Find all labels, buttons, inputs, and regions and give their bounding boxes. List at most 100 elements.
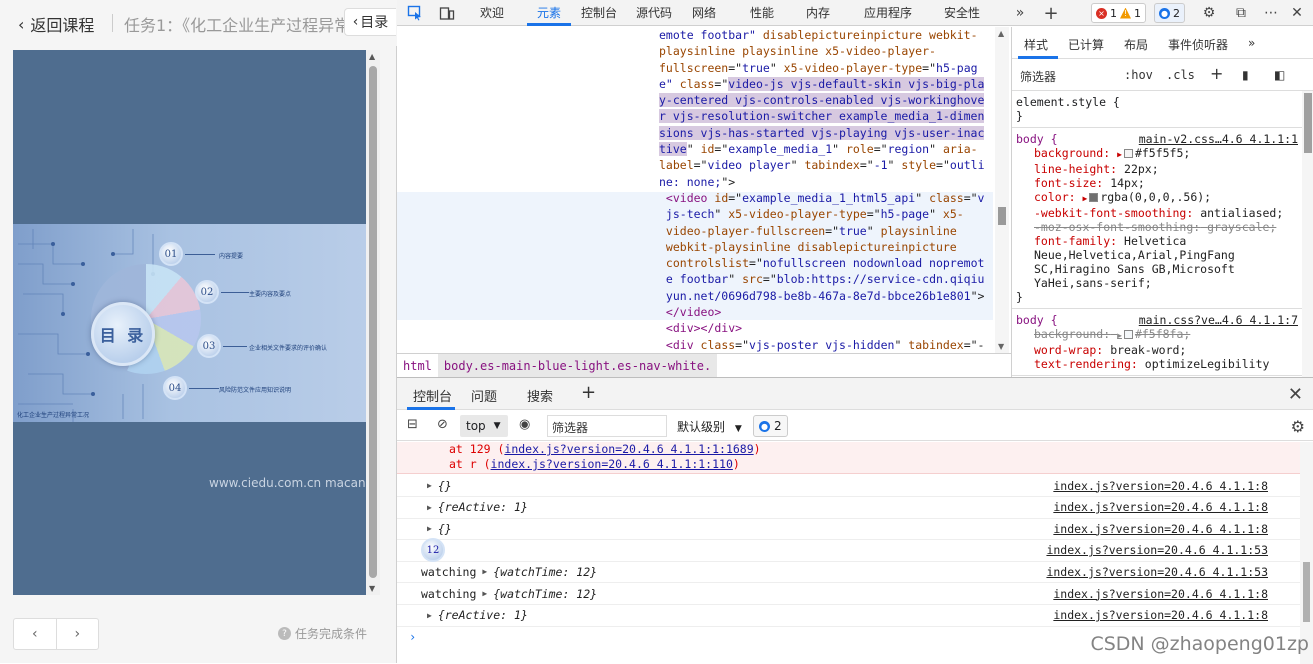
dom-line[interactable]: video-player-fullscreen="true" playsinli… — [659, 223, 989, 239]
scrollbar-thumb[interactable] — [369, 66, 377, 578]
css-property[interactable]: font-family: Helvetica — [1016, 234, 1298, 248]
css-property[interactable]: -moz-osx-font-smoothing: grayscale; — [1016, 220, 1298, 234]
dom-line[interactable]: controlslist="nofullscreen nodownload no… — [659, 255, 989, 271]
console-row[interactable]: ▶{reActive: 1}index.js?version=20.4.6 4.… — [397, 605, 1300, 627]
console-object[interactable]: {reActive: 1} — [438, 500, 528, 514]
log-level-select[interactable]: 默认级别 ▼ — [677, 418, 742, 435]
drawer-tab-search[interactable]: 搜索 — [527, 386, 553, 405]
sidebar-toggle-icon[interactable]: ⊟ — [407, 417, 418, 432]
tab-elements[interactable]: 元素 — [537, 4, 561, 21]
dom-line[interactable]: ne: none;"> — [659, 174, 989, 190]
dom-line[interactable]: webkit-playsinline disablepictureinpictu… — [659, 239, 989, 255]
tab-sources[interactable]: 源代码 — [636, 4, 672, 21]
console-object[interactable]: {} — [438, 522, 452, 536]
color-swatch[interactable] — [1089, 193, 1098, 202]
console-source-link[interactable]: index.js?version=20.4.6 4.1.1:53 — [1046, 565, 1268, 579]
toc-button[interactable]: ‹ 目录 — [344, 8, 396, 36]
console-source-link[interactable]: index.js?version=20.4.6 4.1.1:8 — [1053, 500, 1268, 514]
dom-line[interactable]: js-tech" x5-video-player-type="h5-page" … — [659, 206, 989, 222]
tab-application[interactable]: 应用程序 — [864, 4, 912, 21]
error-warning-badge[interactable]: × 1 ! 1 — [1091, 3, 1146, 23]
drawer-tab-console[interactable]: 控制台 — [413, 386, 452, 405]
tab-event-listeners[interactable]: 事件侦听器 — [1168, 36, 1228, 53]
dom-line[interactable]: e" class="video-js vjs-default-skin vjs-… — [659, 76, 989, 92]
console-object[interactable]: {reActive: 1} — [438, 608, 528, 622]
class-toggle[interactable]: .cls — [1166, 68, 1195, 82]
more-tabs-icon[interactable]: » — [1010, 3, 1030, 23]
console-source-link[interactable]: index.js?version=20.4.6 4.1.1:8 — [1053, 522, 1268, 536]
breadcrumb-body[interactable]: body.es-main-blue-light.es-nav-white. — [438, 354, 717, 378]
close-devtools-icon[interactable]: ✕ — [1287, 3, 1307, 23]
console-filter-input[interactable]: 筛选器 — [547, 415, 667, 437]
css-property[interactable]: background: ▶#f5f8fa; — [1016, 327, 1298, 343]
console-scrollbar[interactable] — [1300, 442, 1313, 664]
device-toolbar-icon[interactable] — [437, 3, 457, 23]
add-tab-icon[interactable]: + — [1041, 3, 1061, 23]
inspect-element-icon[interactable] — [405, 3, 425, 23]
dom-line[interactable]: yun.net/0696d798-be8b-467a-8e7d-bbce26b1… — [659, 288, 989, 304]
dom-line[interactable]: y-centered vjs-controls-enabled vjs-work… — [659, 92, 989, 108]
console-row[interactable]: ▶ {reActive: 1} index.js?version=20.4.6 4.… — [397, 497, 1300, 519]
live-expression-eye-icon[interactable]: ◉ — [519, 417, 530, 432]
css-property[interactable]: Neue,Helvetica,Arial,PingFang — [1016, 248, 1298, 262]
css-property[interactable]: text-rendering: optimizeLegibility — [1016, 357, 1298, 371]
tab-welcome[interactable]: 欢迎 — [480, 4, 504, 21]
css-property[interactable]: font-size: 14px; — [1016, 176, 1298, 190]
video-player[interactable]: 目 录 01 内容提要 02 主要内容及要点 03 企业相关文件要求的评价确认 … — [13, 50, 366, 595]
console-row[interactable]: ▶{}index.js?version=20.4.6 4.1.1:8 — [397, 475, 1300, 497]
dom-line[interactable]: e footbar" src="blob:https://service-cdn… — [659, 271, 989, 287]
breadcrumb-html[interactable]: html — [397, 354, 438, 378]
console-object[interactable]: {} — [438, 479, 452, 493]
back-to-course-link[interactable]: ‹ 返回课程 — [18, 12, 94, 36]
color-swatch[interactable] — [1124, 149, 1133, 158]
stack-link[interactable]: index.js?version=20.4.6 4.1.1:1:110 — [491, 457, 733, 471]
task-condition-link[interactable]: ? 任务完成条件 — [278, 625, 367, 642]
console-row[interactable]: ▶{}index.js?version=20.4.6 4.1.1:8 — [397, 518, 1300, 540]
page-scrollbar[interactable]: ▲ ▼ — [366, 50, 380, 595]
scroll-up-icon[interactable]: ▲ — [998, 29, 1004, 38]
scrollbar-thumb[interactable] — [1304, 93, 1312, 153]
console-row[interactable]: 12index.js?version=20.4.6 4.1.1:53 — [397, 540, 1300, 562]
toggle-sidebar-icon[interactable]: ◧ — [1274, 68, 1285, 82]
css-property[interactable]: YaHei,sans-serif; — [1016, 276, 1298, 290]
dom-line[interactable]: </video> — [659, 304, 989, 320]
css-property[interactable]: color: ▶rgba(0,0,0,.56); — [1016, 190, 1298, 206]
color-swatch[interactable] — [1124, 330, 1133, 339]
rule-source-link[interactable]: main-v2.css…4.6 4.1.1:1 — [1139, 132, 1298, 146]
dom-line[interactable]: sions vjs-has-started vjs-playing vjs-us… — [659, 125, 989, 141]
expand-triangle-icon[interactable]: ▶ — [427, 481, 432, 490]
console-row[interactable]: watching▶{watchTime: 12}index.js?version… — [397, 583, 1300, 605]
tab-styles[interactable]: 样式 — [1024, 36, 1048, 53]
console-prompt[interactable]: › — [409, 630, 416, 644]
css-property[interactable]: line-height: 22px; — [1016, 162, 1298, 176]
close-drawer-icon[interactable]: ✕ — [1288, 384, 1303, 405]
styles-filter-input[interactable]: 筛选器 — [1016, 64, 1114, 86]
scroll-up-icon[interactable]: ▲ — [369, 52, 375, 61]
stack-link[interactable]: index.js?version=20.4.6 4.1.1:1:1689 — [504, 442, 753, 456]
expand-triangle-icon[interactable]: ▶ — [1117, 331, 1122, 340]
tab-layout[interactable]: 布局 — [1124, 36, 1148, 53]
dom-tree[interactable]: emote footbar" disablepictureinpicture w… — [659, 27, 989, 353]
scroll-down-icon[interactable]: ▼ — [369, 584, 375, 593]
dom-line[interactable]: emote footbar" disablepictureinpicture w… — [659, 27, 989, 43]
dom-line[interactable]: <video id="example_media_1_html5_api" cl… — [659, 190, 989, 206]
expand-triangle-icon[interactable]: ▶ — [427, 611, 432, 620]
expand-triangle-icon[interactable]: ▶ — [1082, 194, 1087, 203]
tab-memory[interactable]: 内存 — [806, 4, 830, 21]
clear-console-icon[interactable]: ⊘ — [437, 417, 448, 432]
console-source-link[interactable]: index.js?version=20.4.6 4.1.1:53 — [1046, 543, 1268, 557]
scrollbar-thumb[interactable] — [1303, 562, 1310, 622]
drawer-tab-issues[interactable]: 问题 — [471, 386, 497, 405]
more-tabs-icon[interactable]: » — [1248, 36, 1255, 50]
connected-devices-icon[interactable]: ⧉ — [1231, 3, 1251, 23]
dom-line[interactable]: <div class="vjs-poster vjs-hidden" tabin… — [659, 337, 989, 353]
expand-triangle-icon[interactable]: ▶ — [427, 503, 432, 512]
element-style-rule[interactable]: element.style { } — [1012, 91, 1302, 128]
console-row[interactable]: watching▶{watchTime: 12}index.js?version… — [397, 561, 1300, 583]
tab-performance[interactable]: 性能 — [750, 4, 774, 21]
console-settings-gear-icon[interactable]: ⚙ — [1291, 417, 1305, 436]
expand-triangle-icon[interactable]: ▶ — [482, 589, 487, 598]
prev-task-button[interactable]: ‹ — [14, 619, 57, 649]
add-tab-icon[interactable]: + — [581, 382, 596, 403]
more-options-icon[interactable]: ⋯ — [1261, 3, 1281, 23]
